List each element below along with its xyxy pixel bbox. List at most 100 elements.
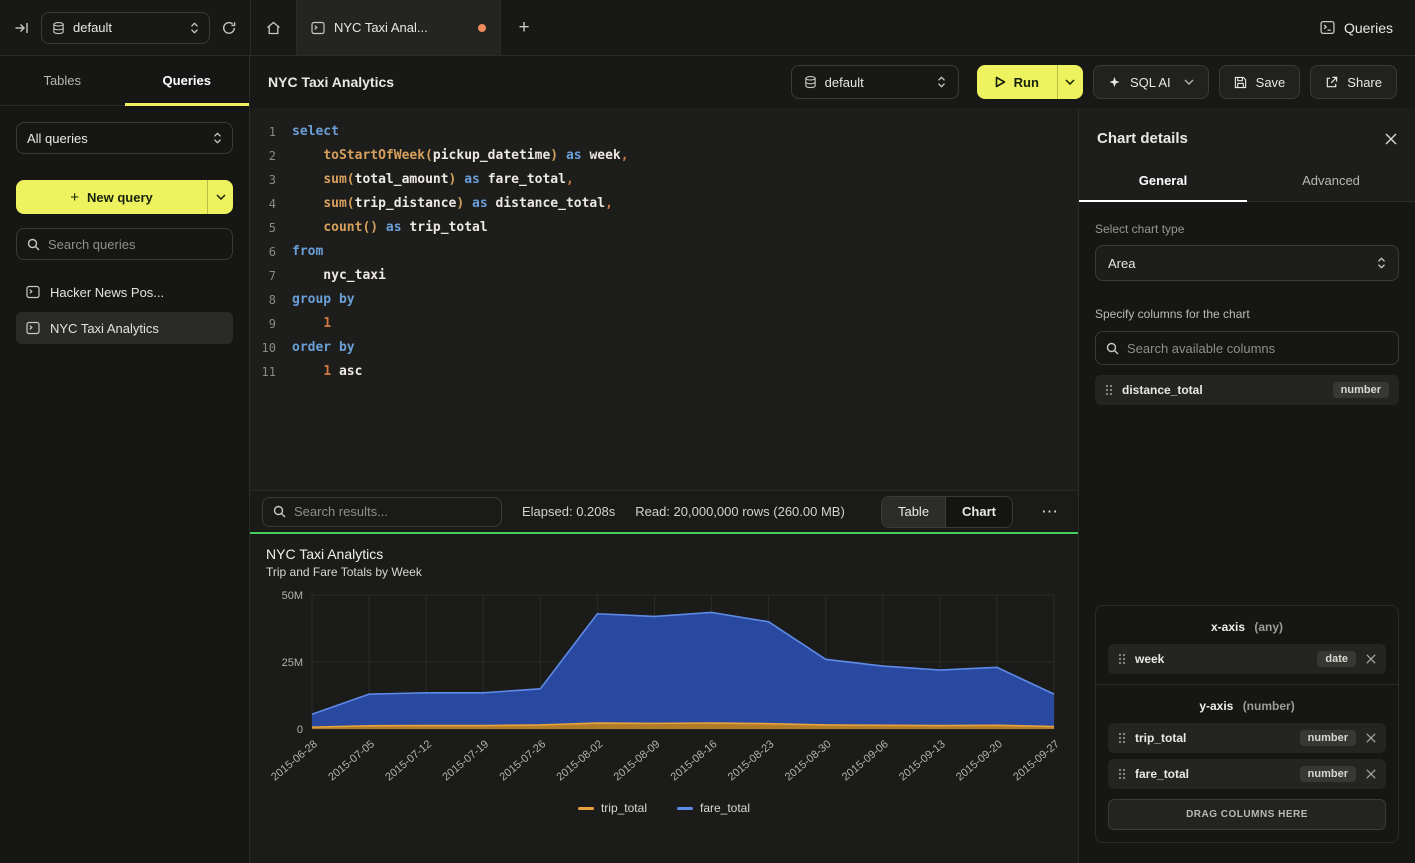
view-chart-button[interactable]: Chart	[945, 497, 1012, 527]
code-text: group by	[292, 288, 355, 312]
drag-handle-icon[interactable]	[1118, 768, 1126, 780]
column-item[interactable]: fare_totalnumber	[1108, 759, 1386, 789]
more-options-icon[interactable]: ⋯	[1033, 502, 1066, 522]
editor-line[interactable]: 8group by	[250, 288, 1078, 312]
svg-text:2015-08-02: 2015-08-02	[554, 738, 605, 783]
home-icon	[266, 21, 281, 35]
code-text: from	[292, 240, 323, 264]
new-tab-button[interactable]: +	[501, 0, 547, 55]
topbar-database-selector[interactable]: default	[41, 12, 210, 44]
code-text: select	[292, 120, 339, 144]
tab-queries[interactable]: Queries	[125, 56, 250, 105]
svg-text:2015-07-12: 2015-07-12	[383, 738, 434, 783]
new-query-button[interactable]: + New query	[16, 180, 233, 214]
editor-line[interactable]: 7 nyc_taxi	[250, 264, 1078, 288]
column-item[interactable]: distance_totalnumber	[1095, 375, 1399, 405]
code-text: 1 asc	[292, 360, 362, 384]
drag-handle-icon[interactable]	[1105, 384, 1113, 396]
query-item-label: NYC Taxi Analytics	[50, 321, 159, 336]
svg-text:2015-08-23: 2015-08-23	[726, 738, 777, 783]
work-area: 1select2 toStartOfWeek(pickup_datetime) …	[250, 108, 1078, 863]
line-number: 4	[250, 192, 292, 216]
chevron-down-icon	[1184, 79, 1194, 85]
svg-text:2015-09-20: 2015-09-20	[954, 738, 1005, 783]
queries-button[interactable]: Queries	[1320, 20, 1393, 36]
sidebar-collapse-icon[interactable]	[14, 21, 29, 35]
editor-line[interactable]: 2 toStartOfWeek(pickup_datetime) as week…	[250, 144, 1078, 168]
tab-advanced[interactable]: Advanced	[1247, 163, 1415, 201]
results-chart-svg: 025M50M2015-06-282015-07-052015-07-12201…	[266, 587, 1062, 799]
main-header: NYC Taxi Analytics default Run	[250, 56, 1415, 108]
svg-text:2015-08-30: 2015-08-30	[783, 738, 834, 783]
editor-line[interactable]: 10order by	[250, 336, 1078, 360]
legend-item[interactable]: fare_total	[677, 801, 750, 815]
sidebar-tabs: Tables Queries	[0, 56, 249, 106]
save-button[interactable]: Save	[1219, 65, 1301, 99]
tab-tables[interactable]: Tables	[0, 56, 125, 105]
line-number: 6	[250, 240, 292, 264]
svg-text:2015-09-27: 2015-09-27	[1011, 738, 1062, 783]
new-query-label: New query	[87, 190, 153, 205]
query-filter-select[interactable]: All queries	[16, 122, 233, 154]
code-text: count() as trip_total	[292, 216, 488, 240]
read-stat: Read: 20,000,000 rows (260.00 MB)	[635, 504, 845, 519]
chart-legend: trip_total fare_total	[266, 801, 1062, 815]
chevron-down-icon	[216, 194, 226, 200]
drop-zone[interactable]: DRAG COLUMNS HERE	[1108, 799, 1386, 830]
editor-line[interactable]: 4 sum(trip_distance) as distance_total,	[250, 192, 1078, 216]
line-number: 10	[250, 336, 292, 360]
column-type-badge: number	[1300, 730, 1356, 746]
line-number: 8	[250, 288, 292, 312]
main: NYC Taxi Analytics default Run	[250, 56, 1415, 863]
updown-chevron-icon	[1377, 257, 1386, 269]
column-item[interactable]: weekdate	[1108, 644, 1386, 674]
share-button[interactable]: Share	[1310, 65, 1397, 99]
tab-nyc-taxi-analytics[interactable]: NYC Taxi Anal...	[297, 0, 501, 55]
remove-column-icon[interactable]	[1366, 769, 1376, 779]
editor-line[interactable]: 3 sum(total_amount) as fare_total,	[250, 168, 1078, 192]
column-item[interactable]: trip_totalnumber	[1108, 723, 1386, 753]
editor-line[interactable]: 6from	[250, 240, 1078, 264]
remove-column-icon[interactable]	[1366, 654, 1376, 664]
header-database-selector[interactable]: default	[791, 65, 959, 99]
close-icon[interactable]	[1385, 133, 1397, 145]
view-table-button[interactable]: Table	[882, 497, 945, 527]
legend-item[interactable]: trip_total	[578, 801, 647, 815]
search-queries-input[interactable]	[48, 237, 222, 252]
chart-type-select[interactable]: Area	[1095, 245, 1399, 281]
refresh-icon[interactable]	[222, 21, 236, 35]
search-icon	[27, 238, 40, 251]
sidebar-query-item[interactable]: Hacker News Pos...	[16, 276, 233, 308]
drag-handle-icon[interactable]	[1118, 732, 1126, 744]
editor-line[interactable]: 5 count() as trip_total	[250, 216, 1078, 240]
run-dropdown[interactable]	[1057, 65, 1083, 99]
queries-icon	[1320, 20, 1335, 35]
updown-chevron-icon	[937, 76, 946, 88]
header-database-value: default	[825, 75, 929, 90]
play-icon	[995, 76, 1006, 88]
column-type-badge: date	[1317, 651, 1356, 667]
sql-ai-dropdown[interactable]	[1184, 79, 1194, 85]
tab-general[interactable]: General	[1079, 163, 1247, 201]
new-query-dropdown[interactable]	[207, 180, 233, 214]
sql-editor-lines: 1select2 toStartOfWeek(pickup_datetime) …	[250, 120, 1078, 384]
run-button[interactable]: Run	[977, 65, 1083, 99]
editor-line[interactable]: 9 1	[250, 312, 1078, 336]
sql-editor[interactable]: 1select2 toStartOfWeek(pickup_datetime) …	[250, 108, 1078, 490]
search-results-input[interactable]	[294, 504, 491, 519]
sql-ai-label: SQL AI	[1130, 75, 1171, 90]
drag-handle-icon[interactable]	[1118, 653, 1126, 665]
editor-line[interactable]: 1select	[250, 120, 1078, 144]
editor-line[interactable]: 11 1 asc	[250, 360, 1078, 384]
x-axis-qualifier: (any)	[1254, 620, 1283, 634]
remove-column-icon[interactable]	[1366, 733, 1376, 743]
topbar: default NYC Taxi Anal... +	[0, 0, 1415, 56]
search-columns-input[interactable]	[1127, 341, 1388, 356]
sidebar-query-item[interactable]: NYC Taxi Analytics	[16, 312, 233, 344]
home-tab[interactable]	[251, 0, 297, 55]
code-text: sum(total_amount) as fare_total,	[292, 168, 574, 192]
svg-text:2015-07-19: 2015-07-19	[440, 738, 491, 783]
search-icon	[273, 505, 286, 518]
sql-ai-button[interactable]: SQL AI	[1093, 65, 1209, 99]
columns-label: Specify columns for the chart	[1095, 307, 1399, 321]
